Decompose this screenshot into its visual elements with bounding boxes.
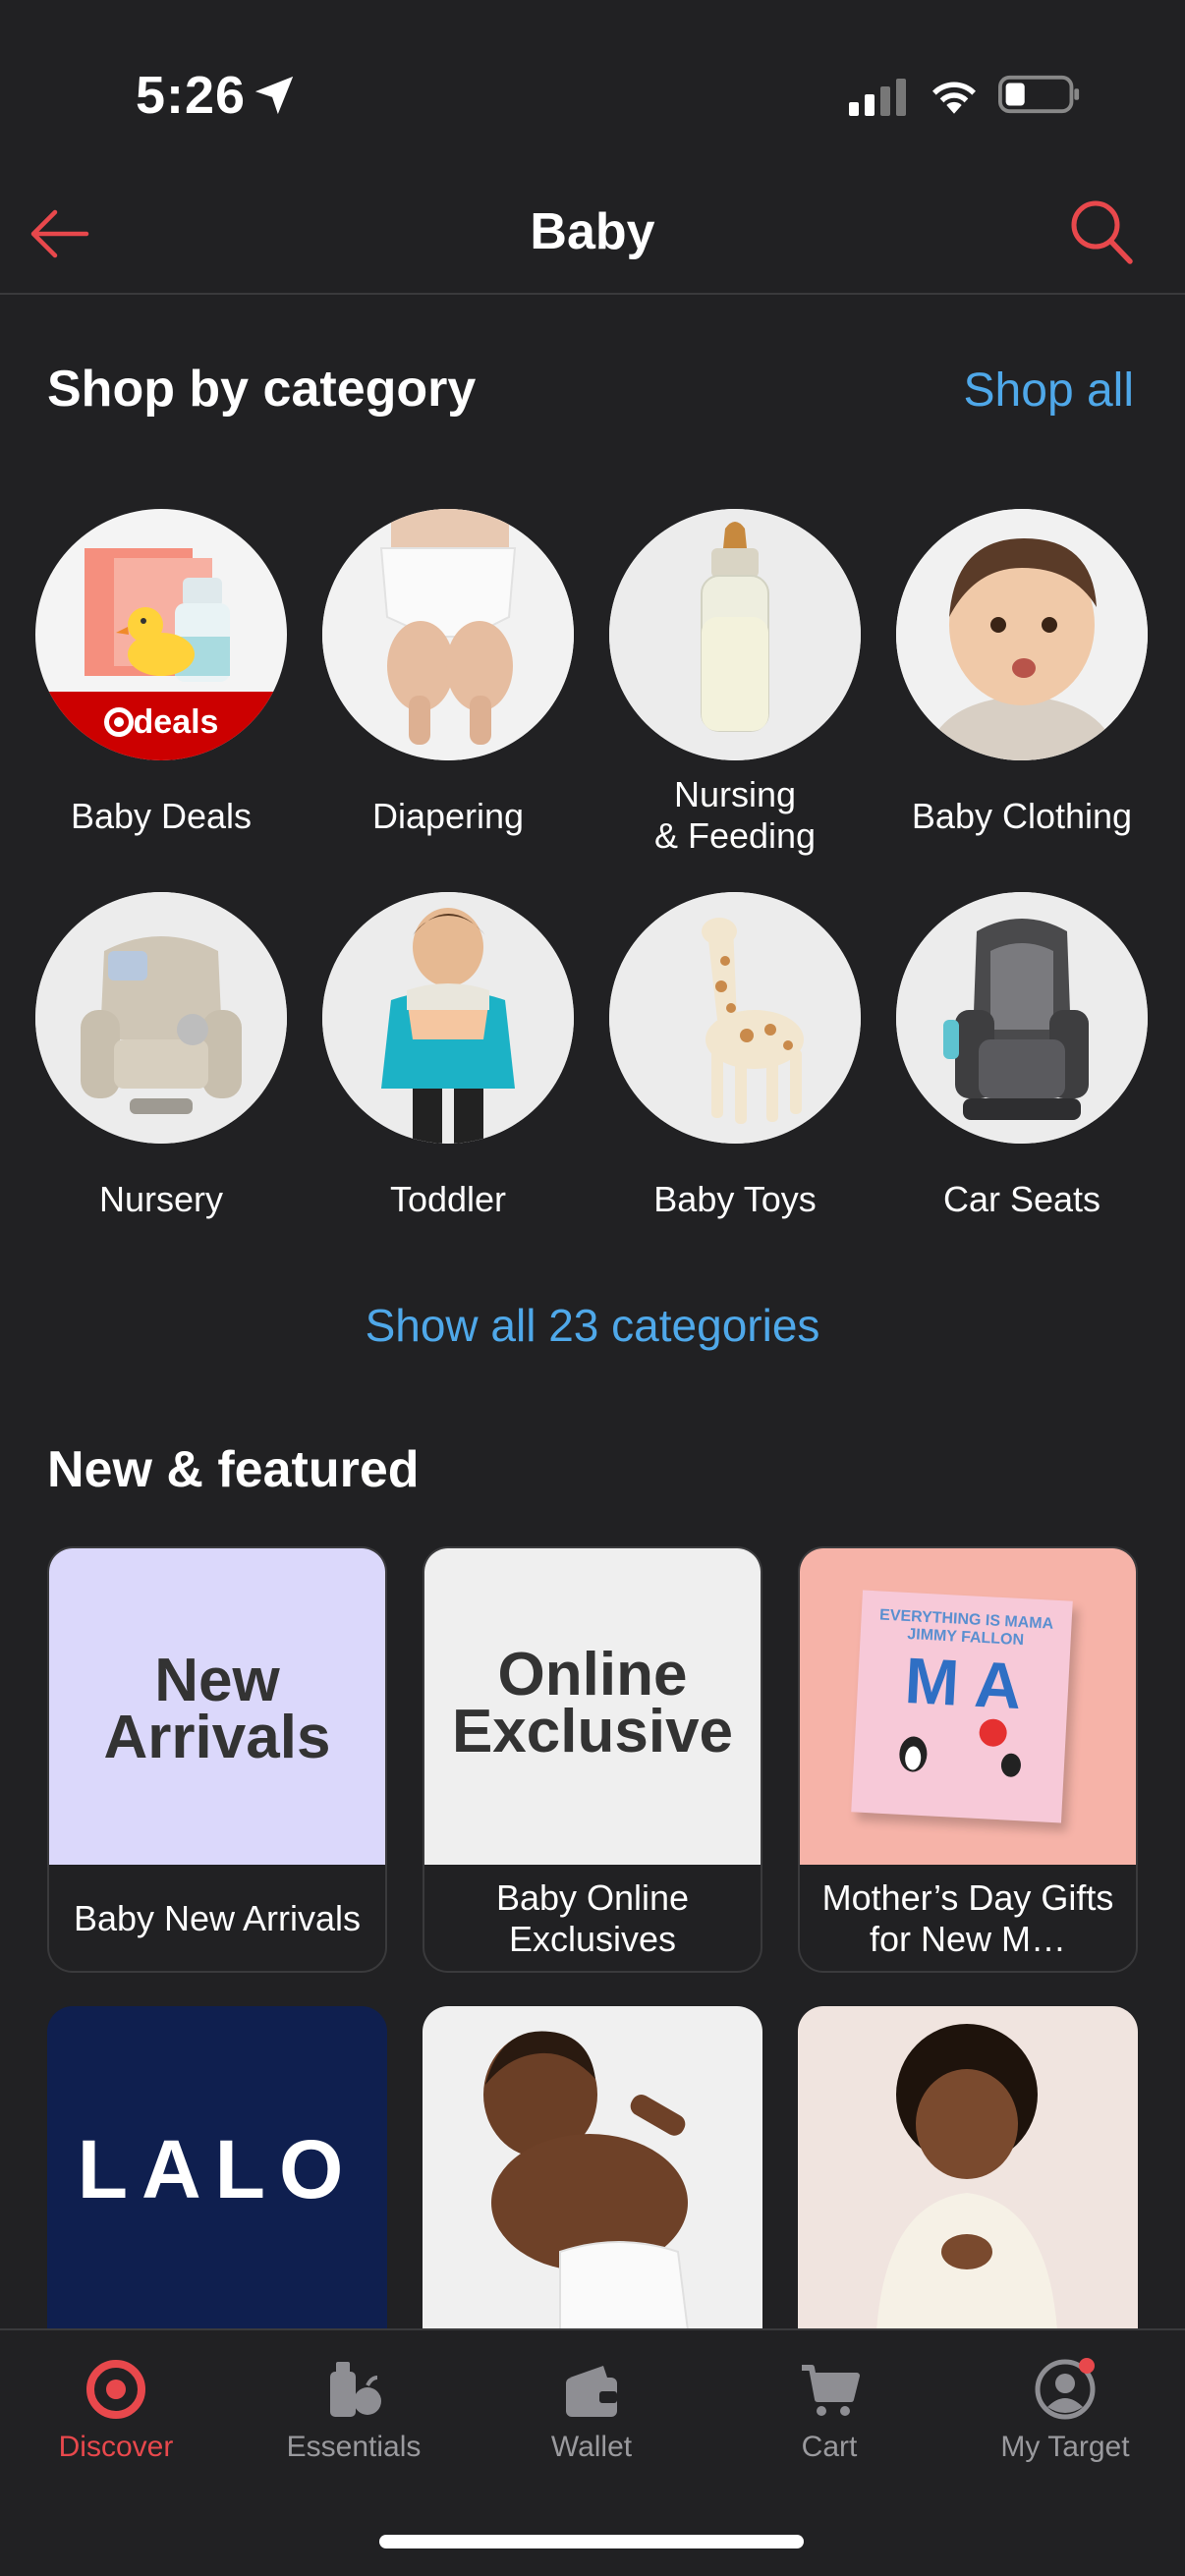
home-indicator[interactable] <box>379 2535 804 2548</box>
new-arrivals-image: New Arrivals <box>49 1548 385 1865</box>
wallet-icon <box>566 2366 617 2417</box>
tab-label: Wallet <box>550 2431 633 2463</box>
target-logo-icon <box>103 707 134 737</box>
new-arrivals-image-text: New Arrivals <box>103 1647 331 1771</box>
shop-all-link[interactable]: Shop all <box>964 364 1134 418</box>
diaper-baby-illustration-icon <box>322 509 574 760</box>
location-arrow-icon <box>254 76 294 115</box>
status-bar: 5:26 <box>0 0 1185 177</box>
tab-my-target[interactable]: My Target <box>957 2358 1173 2464</box>
baby-overalls-photo-icon <box>876 2024 1057 2330</box>
target-icon <box>86 2360 145 2419</box>
diapering-image <box>322 509 574 760</box>
category-baby-clothing[interactable]: Baby Clothing <box>884 509 1159 837</box>
category-label: Baby Toys <box>653 1179 817 1219</box>
giraffe-toy-icon <box>609 892 861 1144</box>
toddler-image <box>322 892 574 1144</box>
battery-icon <box>998 75 1080 114</box>
category-label: Nursery <box>98 1179 224 1219</box>
nursery-image <box>35 892 287 1144</box>
car-seat-icon <box>896 892 1148 1144</box>
featured-card-new-arrivals[interactable]: New Arrivals Baby New Arrivals <box>47 1546 387 1973</box>
category-baby-deals[interactable]: deals Baby Deals <box>24 509 299 837</box>
shop-by-category-heading: Shop by category <box>47 361 477 418</box>
tab-label: Discover <box>58 2431 174 2463</box>
baby-toys-image <box>609 892 861 1144</box>
featured-card-baby-overalls[interactable] <box>798 2006 1138 2330</box>
svg-text:M A: M A <box>903 1644 1023 1722</box>
category-toddler[interactable]: Toddler <box>310 892 586 1220</box>
category-nursing-feeding[interactable]: Nursing & Feeding <box>597 509 873 857</box>
nav-header: Baby <box>0 177 1185 295</box>
featured-card-lalo[interactable]: LALO <box>47 2006 387 2330</box>
baby-clothing-image <box>896 509 1148 760</box>
tab-label: My Target <box>1000 2431 1130 2463</box>
card-label: Mother’s Day Gifts for New M… <box>821 1877 1114 1959</box>
wifi-icon <box>932 82 976 114</box>
tab-label: Essentials <box>286 2431 422 2463</box>
featured-card-mothers-day[interactable]: EVERYTHING IS MAMA JIMMY FALLON M A Moth… <box>798 1546 1138 1973</box>
category-label: Baby Clothing <box>911 796 1133 836</box>
baby-deals-image: deals <box>35 509 287 760</box>
featured-card-baby-photo[interactable] <box>423 2006 762 2330</box>
car-seats-image <box>896 892 1148 1144</box>
category-label: Baby Deals <box>70 796 253 836</box>
category-label: Nursing & Feeding <box>653 774 817 856</box>
tab-cart[interactable]: Cart <box>721 2358 937 2464</box>
card-label: Baby New Arrivals <box>73 1898 362 1938</box>
category-label: Toddler <box>389 1179 507 1219</box>
new-featured-heading: New & featured <box>47 1441 420 1498</box>
online-exclusive-image: Online Exclusive <box>424 1548 761 1865</box>
tab-discover[interactable]: Discover <box>8 2358 224 2464</box>
cellular-signal-icon <box>849 79 906 116</box>
baby-face-illustration-icon <box>896 509 1148 760</box>
search-icon[interactable] <box>1067 196 1136 267</box>
baby-bottle-icon <box>609 509 861 760</box>
featured-card-online-exclusives[interactable]: Online Exclusive Baby Online Exclusives <box>423 1546 762 1973</box>
status-time: 5:26 <box>136 66 247 125</box>
category-nursery[interactable]: Nursery <box>24 892 299 1220</box>
category-label: Diapering <box>371 796 525 836</box>
lalo-logo-text: LALO <box>77 2123 358 2215</box>
mama-book-cover: EVERYTHING IS MAMA JIMMY FALLON M A <box>851 1590 1073 1823</box>
show-all-categories-link[interactable]: Show all 23 categories <box>0 1299 1185 1352</box>
tab-label: Cart <box>801 2431 858 2463</box>
tab-essentials[interactable]: Essentials <box>246 2358 462 2464</box>
card-label: Baby Online Exclusives <box>495 1877 690 1959</box>
baby-diaper-photo-icon <box>483 2031 690 2330</box>
deals-badge-text: deals <box>133 703 219 741</box>
page-title: Baby <box>530 203 655 260</box>
penguins-illustration-icon: M A <box>899 1644 1023 1777</box>
category-diapering[interactable]: Diapering <box>310 509 586 837</box>
online-exclusive-image-text: Online Exclusive <box>451 1641 734 1765</box>
category-baby-toys[interactable]: Baby Toys <box>597 892 873 1220</box>
toddler-illustration-icon <box>322 892 574 1144</box>
cart-icon <box>802 2365 860 2416</box>
category-car-seats[interactable]: Car Seats <box>884 892 1159 1220</box>
glider-chair-icon <box>35 892 287 1144</box>
profile-icon <box>1035 2358 1096 2420</box>
tab-wallet[interactable]: Wallet <box>483 2358 700 2464</box>
nursing-feeding-image <box>609 509 861 760</box>
mothers-day-image: EVERYTHING IS MAMA JIMMY FALLON M A <box>800 1548 1136 1865</box>
essentials-icon <box>330 2362 381 2417</box>
category-label: Car Seats <box>942 1179 1101 1219</box>
